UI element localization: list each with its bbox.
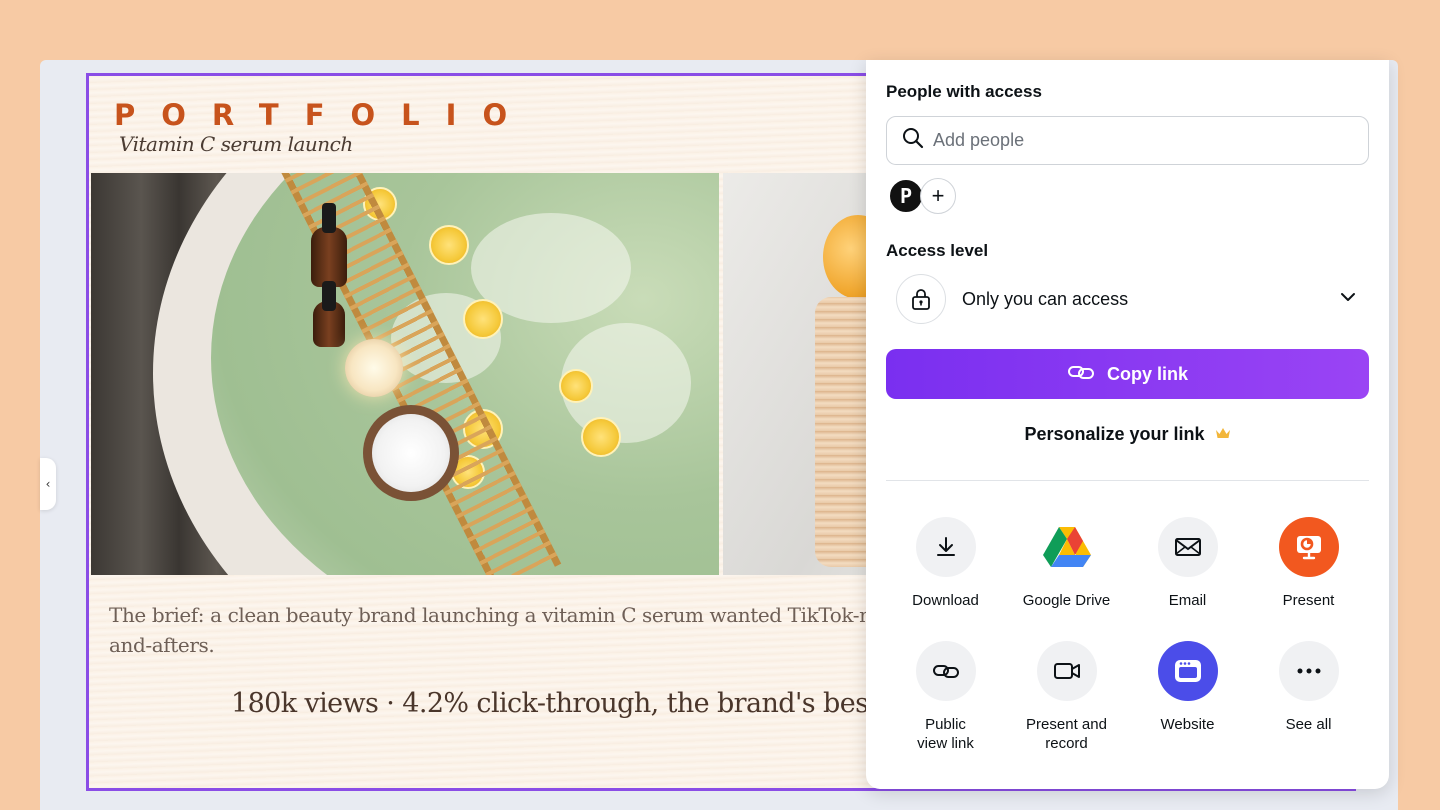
personalize-link-label: Personalize your link	[1024, 424, 1205, 444]
option-label: See all	[1285, 716, 1332, 733]
chevron-down-icon	[1339, 290, 1357, 308]
stats-text[interactable]: 180k views · 4.2% click-through, the bra…	[231, 688, 904, 719]
website-icon	[1157, 641, 1218, 701]
present-icon	[1278, 517, 1339, 577]
people-with-access-heading: People with access	[886, 82, 1042, 101]
video-camera-icon	[1036, 641, 1097, 701]
present-and-record-option[interactable]: Present and record	[1006, 641, 1127, 753]
option-label: Public view link	[917, 716, 974, 752]
see-all-option[interactable]: See all	[1248, 641, 1369, 734]
download-icon	[915, 517, 976, 577]
lock-icon	[896, 274, 946, 324]
option-label: Present	[1282, 592, 1335, 609]
link-icon	[915, 641, 976, 701]
option-label: Download	[912, 592, 979, 609]
bathtub-photo[interactable]	[91, 173, 719, 575]
download-option[interactable]: Download	[885, 517, 1006, 610]
add-person-button[interactable]: +	[920, 178, 956, 214]
personalize-link-button[interactable]: Personalize your link	[866, 424, 1389, 445]
email-option[interactable]: Email	[1127, 517, 1248, 610]
divider	[886, 480, 1369, 481]
email-icon	[1157, 517, 1218, 577]
option-label: Website	[1160, 716, 1215, 733]
google-drive-option[interactable]: Google Drive	[1006, 517, 1127, 610]
copy-link-label: Copy link	[1106, 363, 1188, 384]
crown-icon	[1215, 424, 1231, 445]
add-people-field[interactable]	[886, 116, 1369, 165]
access-level-dropdown[interactable]: Only you can access	[886, 273, 1369, 325]
design-title[interactable]: PORTFOLIO	[114, 98, 533, 132]
access-avatars: P +	[888, 178, 956, 214]
public-view-link-option[interactable]: Public view link	[885, 641, 1006, 753]
add-people-input[interactable]	[933, 130, 1353, 151]
design-subtitle[interactable]: Vitamin C serum launch	[119, 132, 353, 156]
option-label: Google Drive	[1022, 592, 1111, 609]
access-level-value: Only you can access	[962, 288, 1129, 309]
collapse-sidebar-button[interactable]: ‹	[40, 458, 56, 510]
copy-link-button[interactable]: Copy link	[886, 349, 1369, 399]
more-icon	[1278, 641, 1339, 701]
avatar[interactable]: P	[888, 178, 924, 214]
access-level-heading: Access level	[886, 241, 989, 260]
option-label: Email	[1168, 592, 1207, 609]
present-option[interactable]: Present	[1248, 517, 1369, 610]
link-icon	[1067, 362, 1095, 387]
option-label: Present and record	[1026, 716, 1107, 752]
search-icon	[901, 126, 925, 155]
google-drive-icon	[1037, 517, 1097, 577]
share-panel: People with access P + Access level Only…	[866, 60, 1389, 789]
chevron-left-icon: ‹	[45, 477, 51, 491]
website-option[interactable]: Website	[1127, 641, 1248, 734]
